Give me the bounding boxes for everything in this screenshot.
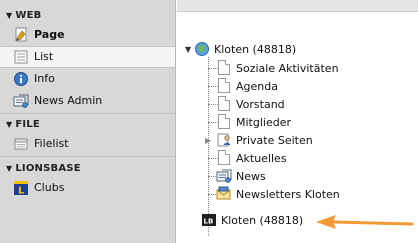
tree-node[interactable]: Agenda — [216, 77, 278, 95]
tree-node[interactable]: Soziale Aktivitäten — [216, 59, 339, 77]
module-filelist[interactable]: Filelist — [0, 133, 175, 155]
private-folder-icon — [216, 132, 232, 148]
page-icon — [216, 96, 232, 112]
module-news-admin[interactable]: News Admin — [0, 90, 175, 112]
module-info[interactable]: Info — [0, 68, 175, 90]
collapse-triangle-icon: ▼ — [6, 11, 13, 20]
news-admin-icon — [13, 93, 29, 109]
annotation-arrow — [316, 215, 414, 229]
lionsbase-icon: L — [13, 180, 29, 197]
newsletter-icon — [216, 186, 232, 202]
divider — [0, 113, 175, 114]
module-clubs[interactable]: L Clubs — [0, 177, 175, 199]
news-icon — [216, 168, 232, 184]
docheader-bar — [177, 0, 418, 12]
filelist-icon — [13, 136, 29, 152]
tree-node-sysfolder[interactable]: LB Kloten (48818) — [201, 211, 303, 229]
expand-triangle-icon[interactable]: ▶ — [205, 136, 216, 145]
page-tree: ▼ Kloten (48818) Soziale Aktivitäten Age… — [177, 13, 418, 243]
collapse-triangle-icon[interactable]: ▼ — [185, 45, 194, 54]
section-file[interactable]: ▼ FILE — [0, 117, 175, 133]
tree-node[interactable]: Aktuelles — [216, 149, 287, 167]
tree-node[interactable]: Vorstand — [216, 95, 285, 113]
list-icon — [13, 49, 29, 65]
tree-node-root[interactable]: ▼ Kloten (48818) — [185, 40, 296, 58]
section-lionsbase[interactable]: ▼ LIONSBASE — [0, 161, 175, 177]
tree-node[interactable]: Newsletters Kloten — [216, 185, 340, 203]
collapse-triangle-icon: ▼ — [6, 164, 13, 173]
page-icon — [13, 27, 29, 43]
svg-text:LB: LB — [204, 218, 214, 226]
tree-node[interactable]: ▶ Private Seiten — [205, 131, 313, 149]
svg-text:L: L — [18, 186, 25, 197]
page-icon — [216, 150, 232, 166]
page-icon — [216, 60, 232, 76]
module-menu: ▼ WEB Page List Info News Admin ▼ FILE Fil… — [0, 0, 176, 243]
info-icon — [13, 71, 29, 87]
tree-node[interactable]: News — [216, 167, 266, 185]
lb-folder-icon: LB — [201, 212, 217, 228]
module-page[interactable]: Page — [0, 24, 175, 46]
tree-node[interactable]: Mitglieder — [216, 113, 291, 131]
globe-icon — [194, 41, 210, 57]
page-icon — [216, 78, 232, 94]
collapse-triangle-icon: ▼ — [6, 120, 13, 129]
page-icon — [216, 114, 232, 130]
divider — [0, 156, 175, 157]
section-web[interactable]: ▼ WEB — [0, 8, 175, 24]
module-list[interactable]: List — [0, 46, 175, 68]
